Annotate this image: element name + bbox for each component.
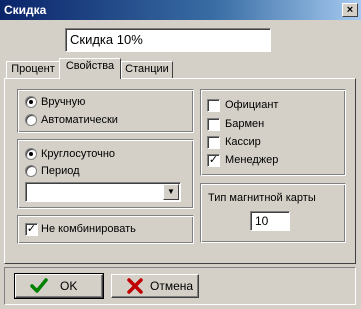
period-select[interactable]: ▼ (25, 182, 181, 202)
window-title: Скидка (4, 3, 47, 17)
checkbox-barman-label: Бармен (225, 118, 265, 130)
radio-automatic-indicator (25, 114, 37, 126)
cross-icon (127, 278, 143, 294)
checkbox-no-combine-box: ✓ (25, 223, 38, 236)
tab-stations[interactable]: Станции (121, 61, 173, 78)
tab-properties[interactable]: Свойства (59, 58, 121, 79)
card-type-label: Тип магнитной карты (208, 192, 316, 204)
close-button[interactable]: × (342, 3, 358, 17)
tab-percent[interactable]: Процент (6, 61, 60, 78)
check-icon: ✓ (208, 154, 219, 166)
checkmark-icon (30, 278, 48, 293)
radio-manual-label: Вручную (41, 96, 86, 108)
radio-period-label: Период (41, 165, 80, 177)
checkbox-waiter-label: Официант (225, 99, 279, 111)
checkbox-manager-box: ✓ (207, 154, 220, 167)
close-icon: × (346, 4, 354, 16)
check-icon: ✓ (26, 223, 37, 235)
title-bar: Скидка × (0, 0, 361, 20)
card-type-input[interactable]: 10 (250, 211, 290, 231)
radio-automatic-label: Автоматически (41, 114, 118, 126)
checkbox-no-combine-label: Не комбинировать (41, 223, 136, 235)
checkbox-waiter-box (207, 99, 220, 112)
chevron-down-icon[interactable]: ▼ (163, 184, 179, 200)
discount-name-input[interactable]: Скидка 10% (65, 28, 271, 52)
radio-period-indicator (25, 165, 37, 177)
checkbox-manager-label: Менеджер (225, 154, 279, 166)
radio-manual-indicator (25, 96, 37, 108)
tab-percent-label: Процент (11, 63, 55, 75)
radio-round-the-clock-label: Круглосуточно (41, 148, 116, 160)
checkbox-cashier-box (207, 136, 220, 149)
radio-round-the-clock-indicator (25, 148, 37, 160)
ok-button-label: OK (60, 279, 78, 293)
tab-properties-label: Свойства (65, 60, 115, 72)
cancel-button-label: Отмена (150, 279, 194, 293)
cancel-button[interactable]: Отмена (111, 274, 199, 298)
tab-stations-label: Станции (125, 63, 169, 75)
ok-button[interactable]: OK (14, 273, 104, 299)
checkbox-barman-box (207, 118, 220, 131)
checkbox-cashier-label: Кассир (225, 136, 261, 148)
